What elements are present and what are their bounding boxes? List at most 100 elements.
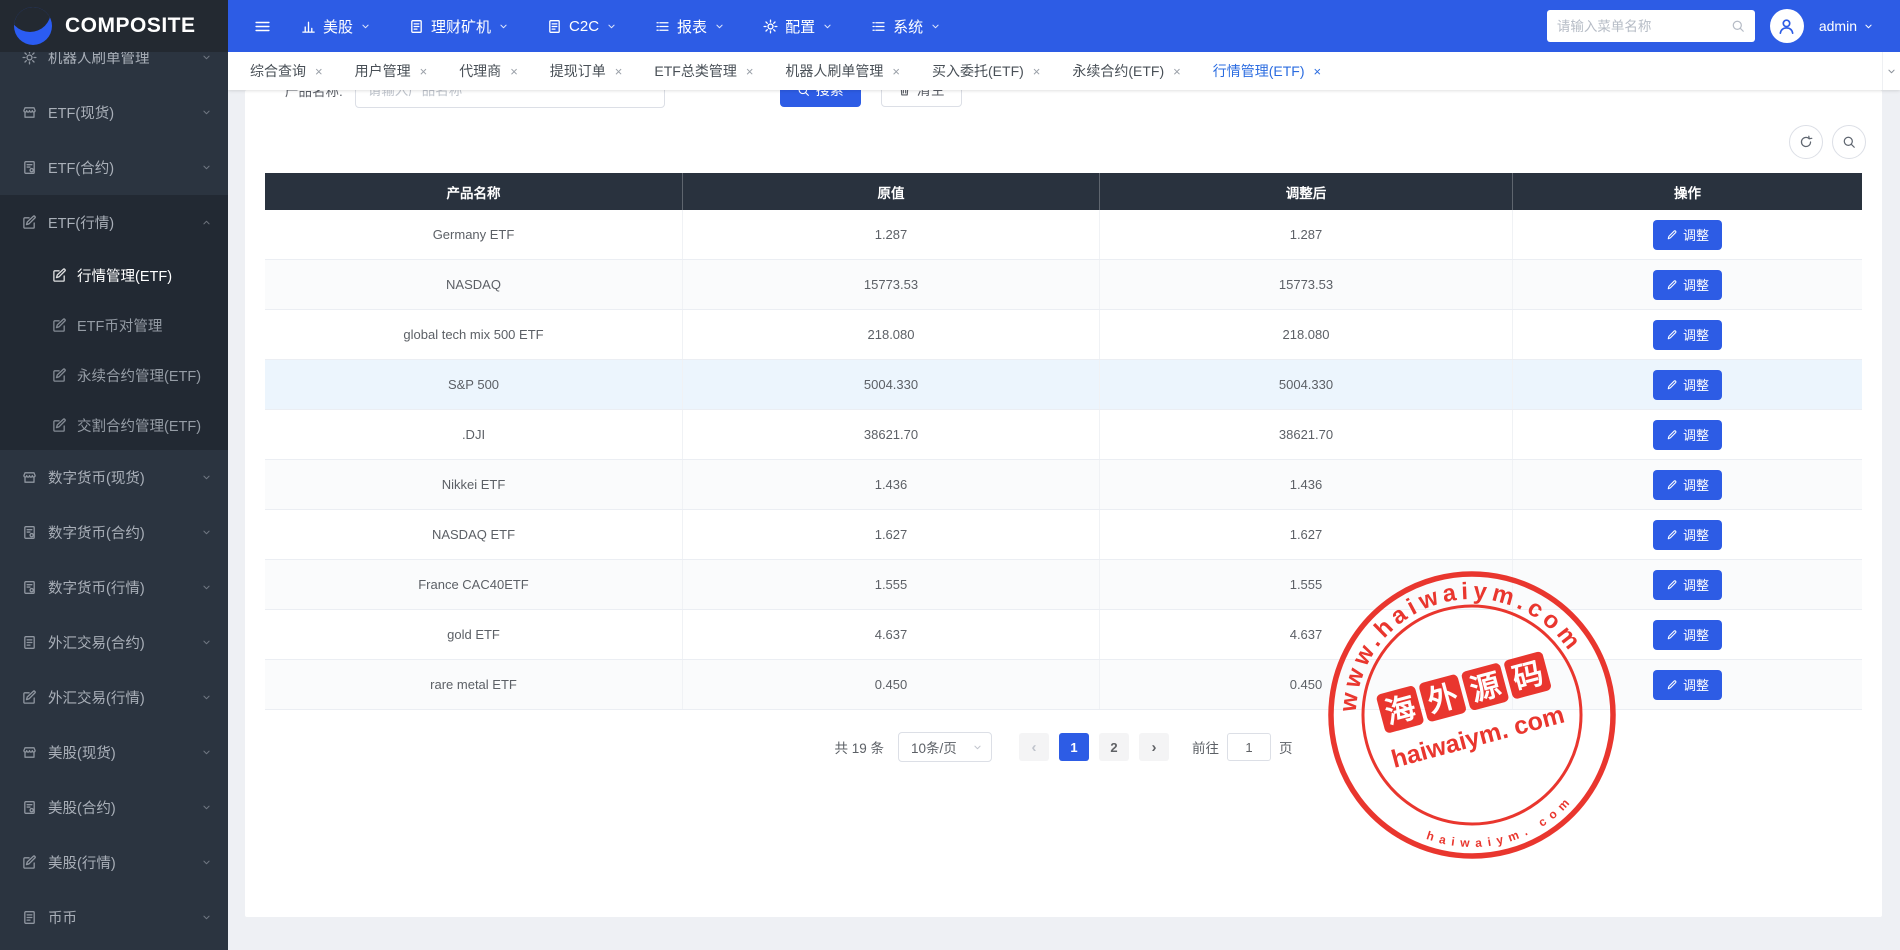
edit-icon: [22, 855, 37, 870]
tab-etf-category[interactable]: ETF总类管理×: [638, 52, 769, 90]
sidebar-item-crypto-spot[interactable]: 数字货币(现货): [0, 450, 228, 505]
column-search-button[interactable]: [1832, 125, 1866, 159]
close-icon[interactable]: ×: [1173, 64, 1181, 79]
sidebar-item-us-stock-contract[interactable]: 美股(合约): [0, 780, 228, 835]
cell-adjusted: 1.436: [1100, 460, 1513, 509]
sidebar-item-forex-contract[interactable]: 外汇交易(合约): [0, 615, 228, 670]
sidebar-item-us-stock-spot[interactable]: 美股(现货): [0, 725, 228, 780]
top-navbar: COMPOSITE 美股 理财矿机 C2C 报表 配置 系统: [0, 0, 1900, 52]
shop-icon: [22, 105, 37, 120]
page-button-2[interactable]: 2: [1099, 733, 1129, 761]
sidebar-item-us-stock-market[interactable]: 美股(行情): [0, 835, 228, 890]
tab-label: 用户管理: [355, 61, 411, 81]
next-page-button[interactable]: ›: [1139, 733, 1169, 761]
adjust-button[interactable]: 调整: [1653, 670, 1722, 700]
product-name-input[interactable]: [355, 90, 665, 108]
sidebar-sub-label: 行情管理(ETF): [77, 265, 172, 286]
cell-adjusted: 15773.53: [1100, 260, 1513, 309]
cell-adjusted: 4.637: [1100, 610, 1513, 659]
cell-product-name: .DJI: [265, 410, 683, 459]
nav-item-system[interactable]: 系统: [871, 16, 941, 37]
search-button[interactable]: 搜索: [780, 90, 861, 107]
sidebar-sub-label: 交割合约管理(ETF): [77, 415, 201, 436]
close-icon[interactable]: ×: [315, 64, 323, 79]
tab-agent[interactable]: 代理商×: [443, 52, 534, 90]
table-row: rare metal ETF 0.450 0.450 调整: [265, 660, 1862, 710]
clear-button[interactable]: 清空: [881, 90, 962, 107]
adjust-button[interactable]: 调整: [1653, 570, 1722, 600]
goto-page: 前往 页: [1192, 733, 1293, 761]
adjust-button[interactable]: 调整: [1653, 470, 1722, 500]
close-icon[interactable]: ×: [615, 64, 623, 79]
sidebar-item-etf-market[interactable]: ETF(行情): [0, 195, 228, 250]
navbar-right: admin: [1547, 9, 1900, 43]
clear-button-label: 清空: [917, 90, 945, 100]
tab-withdraw-orders[interactable]: 提现订单×: [534, 52, 639, 90]
close-icon[interactable]: ×: [1314, 64, 1322, 79]
tab-robot-brush[interactable]: 机器人刷单管理×: [769, 52, 916, 90]
prev-page-button[interactable]: ‹: [1019, 733, 1049, 761]
nav-item-us-stock[interactable]: 美股: [301, 16, 371, 37]
trash-icon: [898, 90, 911, 97]
tab-buy-entrust-etf[interactable]: 买入委托(ETF)×: [916, 52, 1056, 90]
pencil-icon: [1666, 479, 1678, 491]
sidebar-item-robot-brush[interactable]: 机器人刷单管理: [0, 52, 228, 85]
tab-overflow-button[interactable]: [1882, 52, 1900, 90]
cell-original: 1.436: [683, 460, 1100, 509]
adjust-button[interactable]: 调整: [1653, 620, 1722, 650]
column-header-adjusted: 调整后: [1100, 173, 1513, 210]
tab-comprehensive-query[interactable]: 综合查询×: [234, 52, 339, 90]
adjust-button[interactable]: 调整: [1653, 270, 1722, 300]
chevron-down-icon: [201, 802, 212, 813]
edit-icon: [52, 318, 67, 333]
nav-item-report[interactable]: 报表: [655, 16, 725, 37]
goto-page-input[interactable]: [1227, 733, 1271, 761]
page-button-1[interactable]: 1: [1059, 733, 1089, 761]
close-icon[interactable]: ×: [420, 64, 428, 79]
sidebar-sub-label: 永续合约管理(ETF): [77, 365, 201, 386]
content-area: 产品名称: 搜索 清空 产品名称 原值 调整后: [228, 90, 1900, 950]
tab-market-manage-etf[interactable]: 行情管理(ETF)×: [1197, 52, 1337, 90]
sidebar-item-crypto-contract[interactable]: 数字货币(合约): [0, 505, 228, 560]
chevron-down-icon: [822, 21, 833, 32]
close-icon[interactable]: ×: [510, 64, 518, 79]
chevron-down-icon: [201, 107, 212, 118]
sidebar-toggle-button[interactable]: [254, 18, 271, 35]
sidebar-item-etf-spot[interactable]: ETF(现货): [0, 85, 228, 140]
chevron-down-icon: [1863, 21, 1874, 32]
sidebar-item-coin[interactable]: 币币: [0, 890, 228, 945]
table-row: France CAC40ETF 1.555 1.555 调整: [265, 560, 1862, 610]
tab-user-manage[interactable]: 用户管理 ×: [339, 52, 444, 90]
close-icon[interactable]: ×: [1033, 64, 1041, 79]
sidebar-item-forex-market[interactable]: 外汇交易(行情): [0, 670, 228, 725]
avatar[interactable]: [1770, 9, 1804, 43]
sidebar-sub-etf-pair-manage[interactable]: ETF币对管理: [0, 300, 228, 350]
nav-item-c2c[interactable]: C2C: [547, 18, 617, 35]
nav-item-wealth-miner[interactable]: 理财矿机: [409, 16, 509, 37]
user-menu[interactable]: admin: [1819, 18, 1874, 34]
sidebar-sub-perpetual-manage-etf[interactable]: 永续合约管理(ETF): [0, 350, 228, 400]
adjust-button[interactable]: 调整: [1653, 370, 1722, 400]
page-size-select[interactable]: 10条/页: [898, 732, 992, 762]
tab-perpetual-etf[interactable]: 永续合约(ETF)×: [1056, 52, 1196, 90]
sidebar-item-label: 数字货币(合约): [48, 522, 201, 543]
cell-original: 218.080: [683, 310, 1100, 359]
menu-search-input[interactable]: [1557, 19, 1723, 34]
sidebar-item-crypto-market[interactable]: 数字货币(行情): [0, 560, 228, 615]
close-icon[interactable]: ×: [746, 64, 754, 79]
refresh-button[interactable]: [1789, 125, 1823, 159]
sidebar-sub-delivery-manage-etf[interactable]: 交割合约管理(ETF): [0, 400, 228, 450]
close-icon[interactable]: ×: [892, 64, 900, 79]
adjust-button[interactable]: 调整: [1653, 220, 1722, 250]
cell-product-name: S&P 500: [265, 360, 683, 409]
adjust-button[interactable]: 调整: [1653, 320, 1722, 350]
sidebar-sub-market-manage-etf[interactable]: 行情管理(ETF): [0, 250, 228, 300]
adjust-button[interactable]: 调整: [1653, 520, 1722, 550]
sidebar-item-etf-contract[interactable]: ETF(合约): [0, 140, 228, 195]
adjust-button[interactable]: 调整: [1653, 420, 1722, 450]
app-logo: COMPOSITE: [0, 0, 228, 52]
list-icon: [655, 19, 670, 34]
nav-item-config[interactable]: 配置: [763, 16, 833, 37]
chevron-down-icon: [201, 52, 212, 63]
edit-icon: [52, 368, 67, 383]
